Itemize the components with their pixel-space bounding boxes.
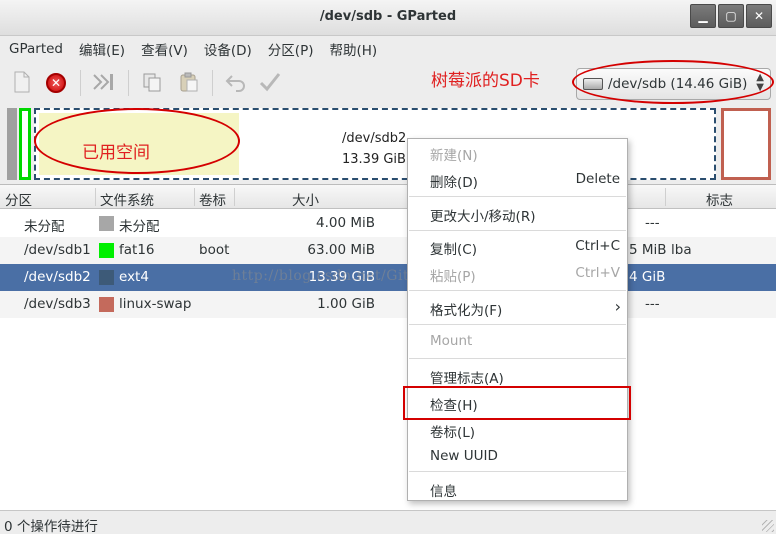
delete-icon[interactable]: ✕ <box>46 73 66 93</box>
menu-item-paste[interactable]: 粘贴(P) Ctrl+V <box>408 262 627 286</box>
map-unallocated[interactable] <box>7 108 17 180</box>
table-row[interactable]: /dev/sdb1 fat16 boot 63.00 MiB 5 MiB lba <box>0 237 776 264</box>
menu-item-copy[interactable]: 复制(C) Ctrl+C <box>408 235 627 259</box>
fs-color-swatch <box>99 243 114 258</box>
menu-separator <box>409 196 626 197</box>
menu-gparted[interactable]: GParted <box>0 41 70 57</box>
close-button[interactable]: ✕ <box>746 4 772 28</box>
resize-grip-icon[interactable] <box>762 520 774 532</box>
window-title: /dev/sdb - GParted <box>319 9 457 24</box>
menu-separator <box>409 290 626 291</box>
map-sdb1[interactable] <box>19 108 31 180</box>
undo-icon[interactable] <box>224 71 248 95</box>
menu-partition[interactable]: 分区(P) <box>259 39 321 59</box>
menu-edit[interactable]: 编辑(E) <box>70 39 132 59</box>
menu-separator <box>409 471 626 472</box>
menu-item-manage-flags[interactable]: 管理标志(A) <box>408 364 627 388</box>
column-filesystem[interactable]: 文件系统 <box>100 189 154 209</box>
column-label[interactable]: 卷标 <box>199 189 226 209</box>
map-partition-size: 13.39 GiB <box>342 152 406 167</box>
menu-item-delete[interactable]: 删除(D) Delete <box>408 168 627 192</box>
menu-separator <box>409 324 626 325</box>
map-sdb3[interactable] <box>721 108 771 180</box>
fs-color-swatch <box>99 216 114 231</box>
status-bar: 0 个操作待进行 <box>0 510 776 534</box>
fs-color-swatch <box>99 270 114 285</box>
menu-item-format-as[interactable]: 格式化为(F) › <box>408 296 627 320</box>
menu-item-mount[interactable]: Mount <box>408 330 627 354</box>
annotation-oval-sd <box>572 60 774 104</box>
apply-icon[interactable] <box>92 71 116 95</box>
column-partition[interactable]: 分区 <box>5 189 32 209</box>
pending-operations: 0 个操作待进行 <box>4 519 98 534</box>
copy-icon[interactable] <box>140 71 164 95</box>
menu-item-label[interactable]: 卷标(L) <box>408 418 627 442</box>
menu-item-resize-move[interactable]: 更改大小/移动(R) <box>408 202 627 226</box>
partition-context-menu: 新建(N) 删除(D) Delete 更改大小/移动(R) 复制(C) Ctrl… <box>407 138 628 501</box>
column-flags[interactable]: 标志 <box>706 189 733 209</box>
annotation-used-space: 已用空间 <box>82 143 150 163</box>
toolbar-separator <box>80 70 81 96</box>
apply-check-icon[interactable] <box>258 71 282 95</box>
menu-item-new[interactable]: 新建(N) <box>408 141 627 165</box>
annotation-highlight-check <box>403 386 631 420</box>
table-header: 分区 文件系统 卷标 大小 标志 <box>0 185 776 209</box>
toolbar-separator <box>212 70 213 96</box>
column-size[interactable]: 大小 <box>292 189 319 209</box>
menu-item-information[interactable]: 信息 <box>408 477 627 501</box>
new-partition-icon[interactable] <box>10 71 34 95</box>
paste-icon[interactable] <box>177 71 201 95</box>
menu-separator <box>409 230 626 231</box>
table-row[interactable]: 未分配 未分配 4.00 MiB --- <box>0 210 776 237</box>
fs-color-swatch <box>99 297 114 312</box>
menu-view[interactable]: 查看(V) <box>132 39 195 59</box>
title-bar: /dev/sdb - GParted ▁ ▢ ✕ <box>0 0 776 36</box>
minimize-button[interactable]: ▁ <box>690 4 716 28</box>
menu-bar: GParted 编辑(E) 查看(V) 设备(D) 分区(P) 帮助(H) <box>0 36 776 62</box>
map-partition-name: /dev/sdb2 <box>342 131 407 146</box>
toolbar-separator <box>128 70 129 96</box>
menu-help[interactable]: 帮助(H) <box>320 39 384 59</box>
chevron-right-icon: › <box>614 297 621 316</box>
maximize-button[interactable]: ▢ <box>718 4 744 28</box>
menu-separator <box>409 358 626 359</box>
partition-table: 分区 文件系统 卷标 大小 标志 未分配 未分配 4.00 MiB --- /d… <box>0 184 776 510</box>
menu-item-new-uuid[interactable]: New UUID <box>408 445 627 469</box>
table-row[interactable]: /dev/sdb3 linux-swap 1.00 GiB --- <box>0 291 776 318</box>
menu-device[interactable]: 设备(D) <box>195 39 259 59</box>
annotation-sd-card: 树莓派的SD卡 <box>431 71 540 91</box>
